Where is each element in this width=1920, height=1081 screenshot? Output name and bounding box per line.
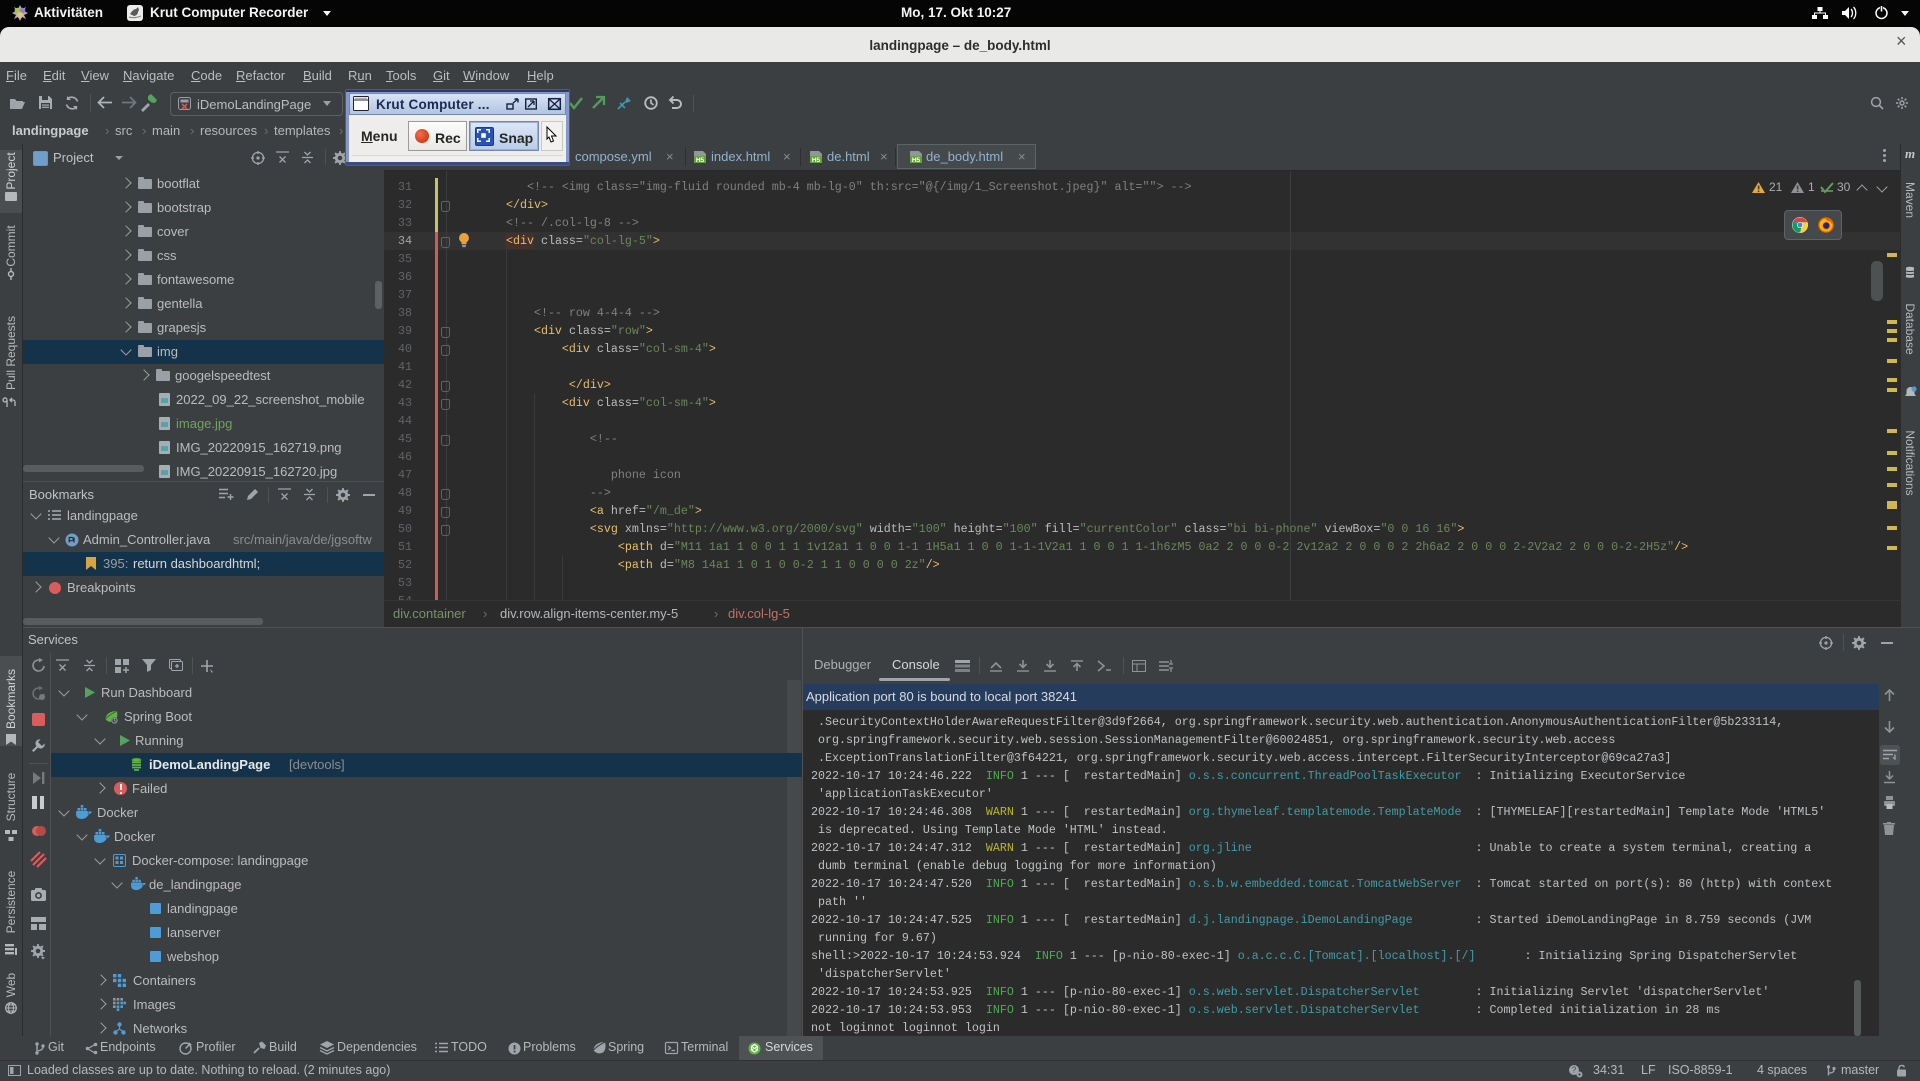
svg-text:?: ?: [1572, 1066, 1577, 1075]
svg-text:H5: H5: [912, 157, 921, 164]
svg-text:H5: H5: [696, 157, 705, 164]
svg-text:H5: H5: [812, 157, 821, 164]
